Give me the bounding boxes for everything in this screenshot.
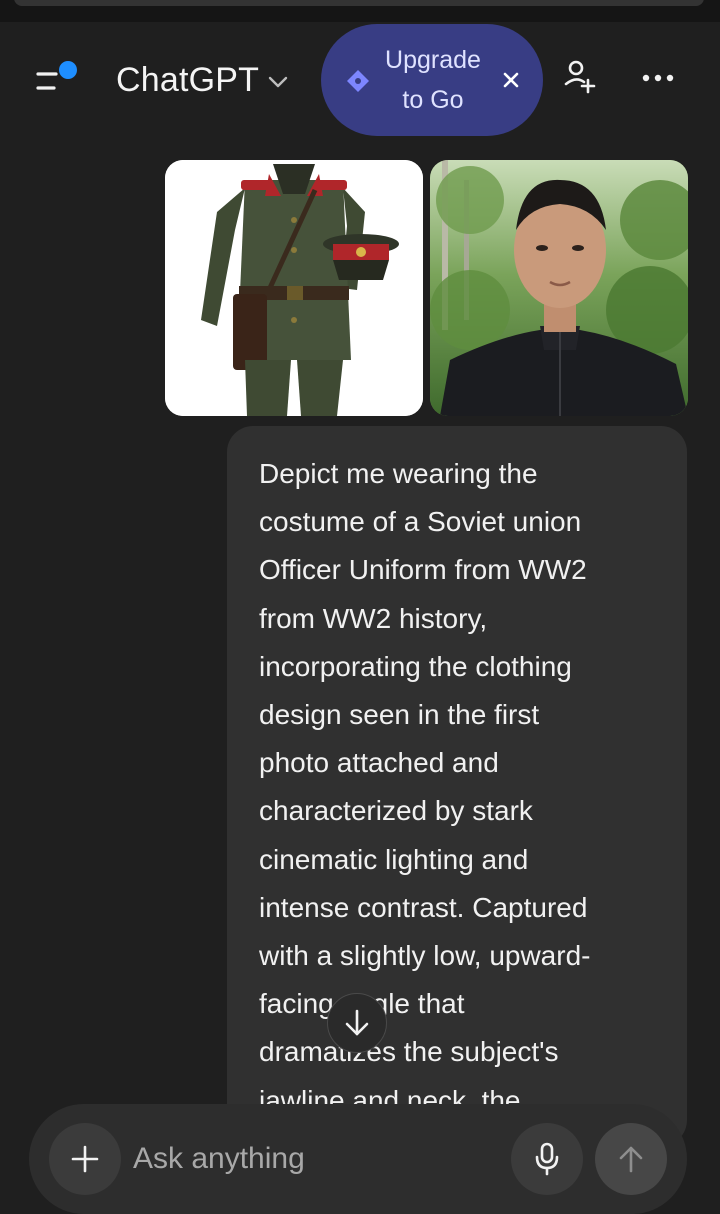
user-message-text: Depict me wearing the costume of a Sovie… — [259, 458, 591, 1116]
sidebar-menu-button[interactable] — [32, 60, 84, 100]
message-input[interactable] — [133, 1134, 493, 1184]
more-options-button[interactable] — [636, 66, 680, 90]
voice-input-button[interactable] — [511, 1123, 583, 1195]
model-name: ChatGPT — [116, 60, 260, 99]
user-photo[interactable] — [430, 160, 688, 416]
uniform-illustration — [165, 160, 423, 416]
top-bar: ChatGPT Upgrade to Go — [0, 22, 720, 140]
upgrade-button[interactable]: Upgrade to Go — [321, 24, 543, 136]
user-message-bubble: Depict me wearing the costume of a Sovie… — [227, 426, 687, 1146]
arrow-down-icon — [345, 1009, 369, 1036]
portrait-illustration — [430, 160, 688, 416]
notification-dot — [59, 61, 77, 79]
model-selector[interactable]: ChatGPT — [116, 54, 289, 106]
scroll-to-bottom-button[interactable] — [327, 993, 387, 1053]
new-chat-button[interactable] — [562, 58, 598, 98]
sidebar-menu-icon — [36, 61, 77, 90]
add-attachment-button[interactable] — [49, 1123, 121, 1195]
uniform-image[interactable] — [165, 160, 423, 416]
close-icon — [503, 72, 519, 88]
diamond-icon — [347, 70, 369, 92]
chevron-down-icon — [268, 76, 288, 88]
add-person-icon — [564, 60, 596, 94]
plus-icon — [71, 1145, 99, 1173]
more-options-icon — [642, 74, 674, 82]
composer-bar — [29, 1104, 687, 1214]
microphone-icon — [535, 1142, 559, 1176]
arrow-up-icon — [619, 1146, 643, 1173]
close-upgrade-button[interactable] — [499, 68, 523, 92]
status-pill — [14, 0, 704, 6]
send-button[interactable] — [595, 1123, 667, 1195]
status-strip — [0, 0, 720, 22]
upgrade-label: Upgrade to Go — [385, 46, 481, 114]
